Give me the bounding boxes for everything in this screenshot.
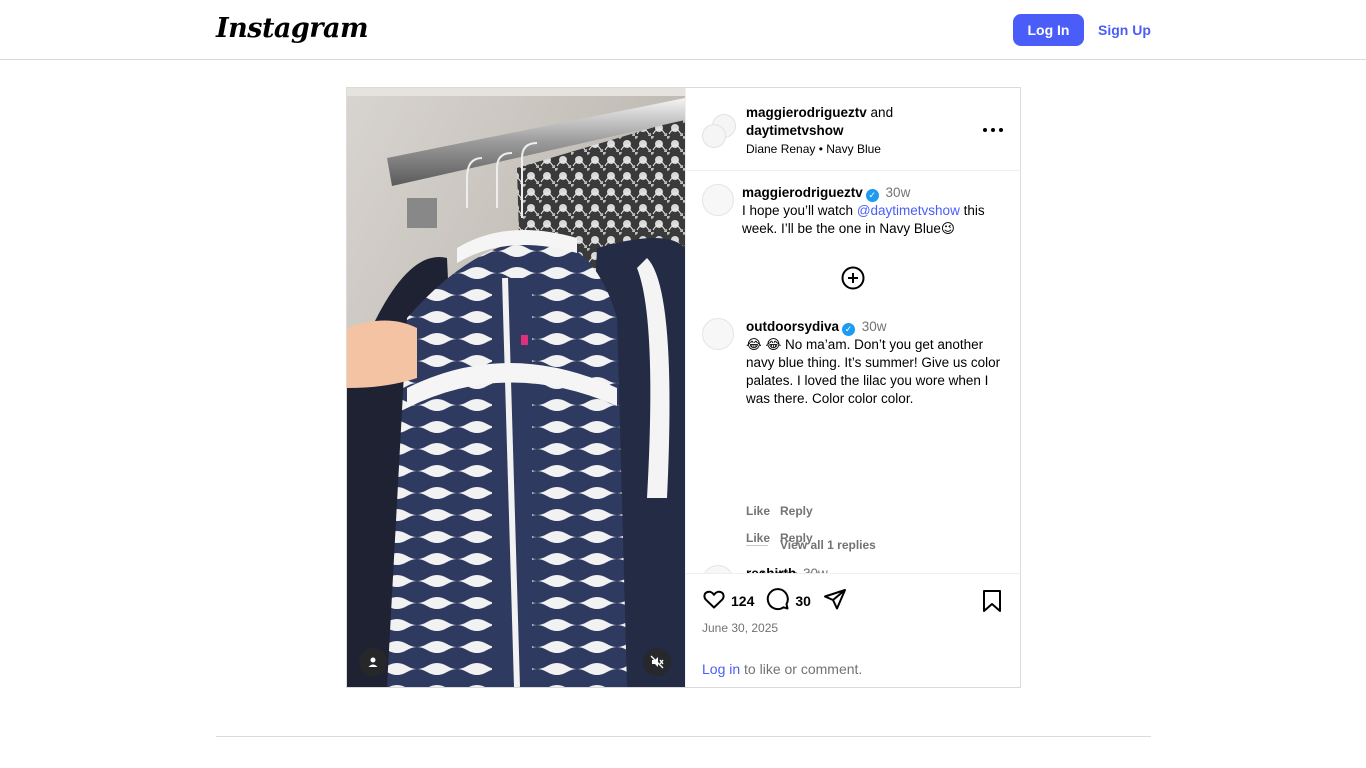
more-icon: [983, 128, 987, 132]
audio-info[interactable]: Diane Renay • Navy Blue: [746, 141, 881, 157]
load-more-comments-button[interactable]: [841, 266, 865, 290]
author1-link[interactable]: maggierodrigueztv: [746, 105, 867, 120]
comment-username[interactable]: outdoorsydiva: [746, 319, 839, 334]
post-authors: maggierodrigueztv and: [746, 104, 893, 122]
instagram-logo[interactable]: Instagram: [216, 13, 369, 44]
post-card: maggierodrigueztv and daytimetvshow Dian…: [346, 87, 1021, 688]
login-prompt: Log in to like or comment.: [702, 661, 862, 677]
caption: maggierodrigueztv ✓ 30w I hope you’ll wat…: [742, 184, 1008, 238]
more-options-button[interactable]: [983, 122, 1003, 138]
login-suffix: to like or comment.: [740, 661, 863, 677]
share-icon: [823, 588, 846, 609]
post-footer: 124 30 June 30, 2025 Log in to like or c…: [686, 573, 1021, 687]
comment-button[interactable]: [766, 587, 790, 616]
author2-link[interactable]: daytimetvshow: [746, 122, 844, 140]
audio-title: Navy Blue: [826, 142, 881, 156]
post-side-panel: maggierodrigueztv and daytimetvshow Dian…: [685, 88, 1021, 687]
view-replies-link[interactable]: View all 1 replies: [746, 538, 876, 552]
like-button[interactable]: [702, 587, 726, 616]
mute-button[interactable]: [643, 648, 671, 676]
like-count[interactable]: 124: [731, 593, 754, 609]
and-word: and: [870, 105, 894, 120]
more-icon: [999, 128, 1003, 132]
caption-mention[interactable]: @daytimetvshow: [857, 203, 960, 218]
comment-time: 30w: [861, 319, 887, 334]
verified-icon: ✓: [842, 323, 856, 336]
comment-actions: Like Reply: [746, 504, 823, 518]
heart-icon: [703, 590, 725, 608]
post-date[interactable]: June 30, 2025: [702, 621, 778, 635]
like-comment-button[interactable]: Like: [746, 504, 770, 518]
video-frame: [347, 88, 685, 687]
save-button[interactable]: [981, 589, 1003, 618]
post-video[interactable]: [347, 88, 685, 687]
signup-link[interactable]: Sign Up: [1098, 14, 1151, 46]
user-tag-icon: [367, 656, 379, 668]
top-bar: Instagram Log In Sign Up: [0, 0, 1366, 60]
action-row: 124 30: [702, 587, 847, 616]
login-button[interactable]: Log In: [1013, 14, 1084, 46]
reply-button[interactable]: Reply: [780, 504, 813, 518]
post-header: maggierodrigueztv and daytimetvshow Dian…: [686, 88, 1021, 171]
comment-icon: [767, 587, 790, 610]
verified-icon: ✓: [865, 189, 879, 202]
login-link[interactable]: Log in: [702, 661, 740, 677]
more-icon: [991, 128, 995, 132]
plus-circle-icon: [841, 266, 865, 290]
mute-icon: [650, 655, 664, 669]
avatar[interactable]: [702, 318, 734, 350]
user-tag-button[interactable]: [359, 648, 387, 676]
comment-text: 😂 😂 No ma’am. Don’t you get another navy…: [746, 337, 1001, 406]
share-button[interactable]: [823, 587, 847, 616]
avatar[interactable]: [702, 184, 734, 216]
caption-time: 30w: [885, 185, 911, 200]
author-avatars[interactable]: [702, 114, 736, 148]
comment-count: 30: [795, 593, 811, 609]
footer-divider: [216, 736, 1151, 737]
comments-list[interactable]: maggierodrigueztv ✓ 30w I hope you’ll wat…: [686, 172, 1021, 573]
caption-username[interactable]: maggierodrigueztv: [742, 185, 863, 200]
comment: outdoorsydiva ✓ 30w 😂 😂 No ma’am. Don’t y…: [746, 318, 1008, 408]
audio-artist: Diane Renay: [746, 142, 816, 156]
caption-text-before: I hope you’ll watch: [742, 203, 857, 218]
audio-separator: •: [818, 142, 823, 156]
avatar: [702, 124, 726, 148]
bookmark-icon: [983, 590, 1001, 612]
